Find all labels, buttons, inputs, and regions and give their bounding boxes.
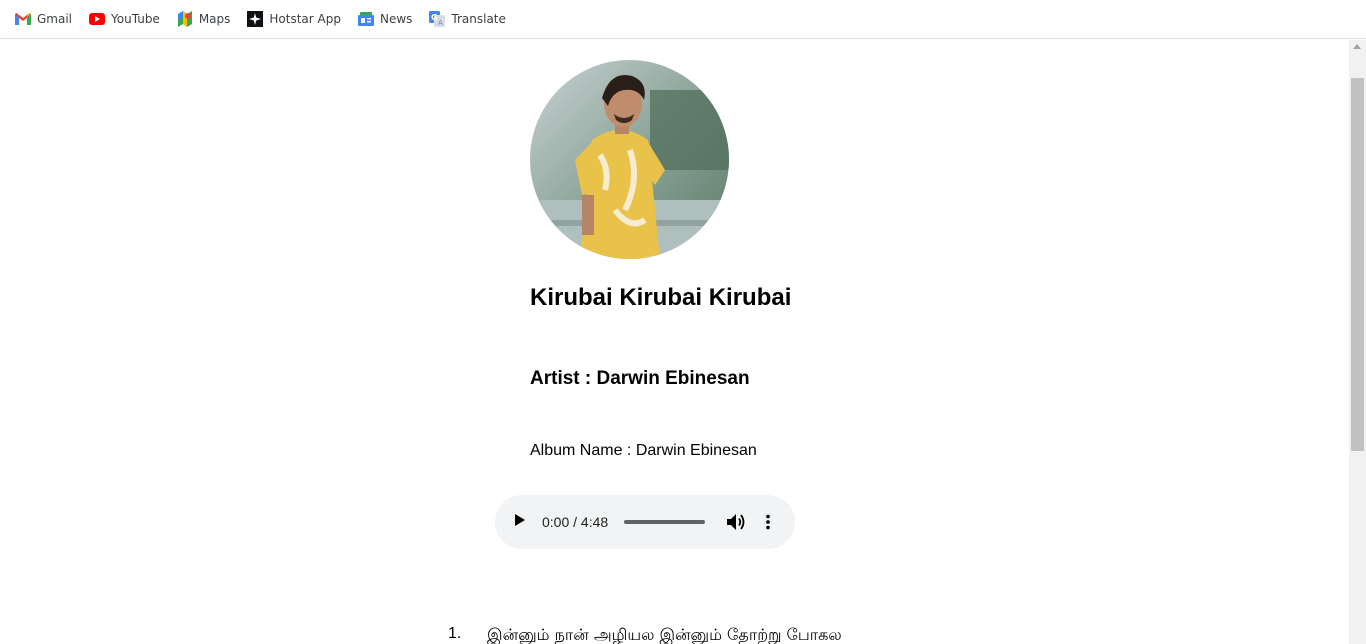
translate-icon: G A (429, 11, 446, 27)
youtube-icon (89, 11, 106, 27)
bookmark-news[interactable]: News (355, 5, 415, 33)
lyric-line: 1. இன்னும் நான் அழியல இன்னும் தோற்று போக… (448, 625, 842, 644)
gmail-icon (15, 11, 31, 27)
bookmark-label: Gmail (37, 12, 73, 26)
song-title: Kirubai Kirubai Kirubai (530, 284, 792, 311)
volume-icon[interactable] (727, 513, 747, 531)
bookmark-translate[interactable]: G A Translate (426, 5, 509, 33)
play-icon[interactable] (515, 514, 525, 526)
bookmarks-bar: Gmail YouTube Maps Hotstar App News G A … (0, 0, 1366, 39)
lyrics-list: 1. இன்னும் நான் அழியல இன்னும் தோற்று போக… (448, 625, 842, 644)
scroll-up-arrow-icon[interactable] (1353, 44, 1361, 49)
maps-icon (177, 11, 193, 27)
bookmark-label: News (379, 12, 413, 26)
scrollbar[interactable] (1349, 40, 1366, 644)
news-icon (357, 11, 374, 27)
artist-photo (530, 60, 729, 259)
svg-text:A: A (438, 19, 443, 27)
bookmark-youtube[interactable]: YouTube (86, 5, 163, 33)
audio-player: 0:00 / 4:48 (495, 495, 795, 549)
artist-name: Artist : Darwin Ebinesan (530, 368, 750, 389)
album-name: Album Name : Darwin Ebinesan (530, 442, 757, 459)
playback-time: 0:00 / 4:48 (542, 514, 609, 530)
more-options-icon[interactable] (763, 514, 773, 530)
lyric-number: 1. (448, 625, 462, 642)
bookmark-hotstar[interactable]: Hotstar App (244, 5, 344, 33)
hotstar-icon (247, 11, 264, 27)
bookmark-label: Maps (198, 12, 231, 26)
svg-text:G: G (431, 13, 438, 22)
lyric-text: இன்னும் நான் அழியல இன்னும் தோற்று போகல (487, 625, 842, 644)
bookmark-gmail[interactable]: Gmail (12, 5, 75, 33)
bookmark-label: YouTube (111, 12, 160, 26)
bookmark-maps[interactable]: Maps (174, 5, 234, 33)
scrollbar-thumb[interactable] (1351, 78, 1364, 451)
page-content: Kirubai Kirubai Kirubai Artist : Darwin … (0, 40, 1349, 644)
bookmark-label: Hotstar App (269, 12, 341, 26)
bookmark-label: Translate (451, 12, 506, 26)
seek-slider[interactable] (624, 520, 705, 524)
